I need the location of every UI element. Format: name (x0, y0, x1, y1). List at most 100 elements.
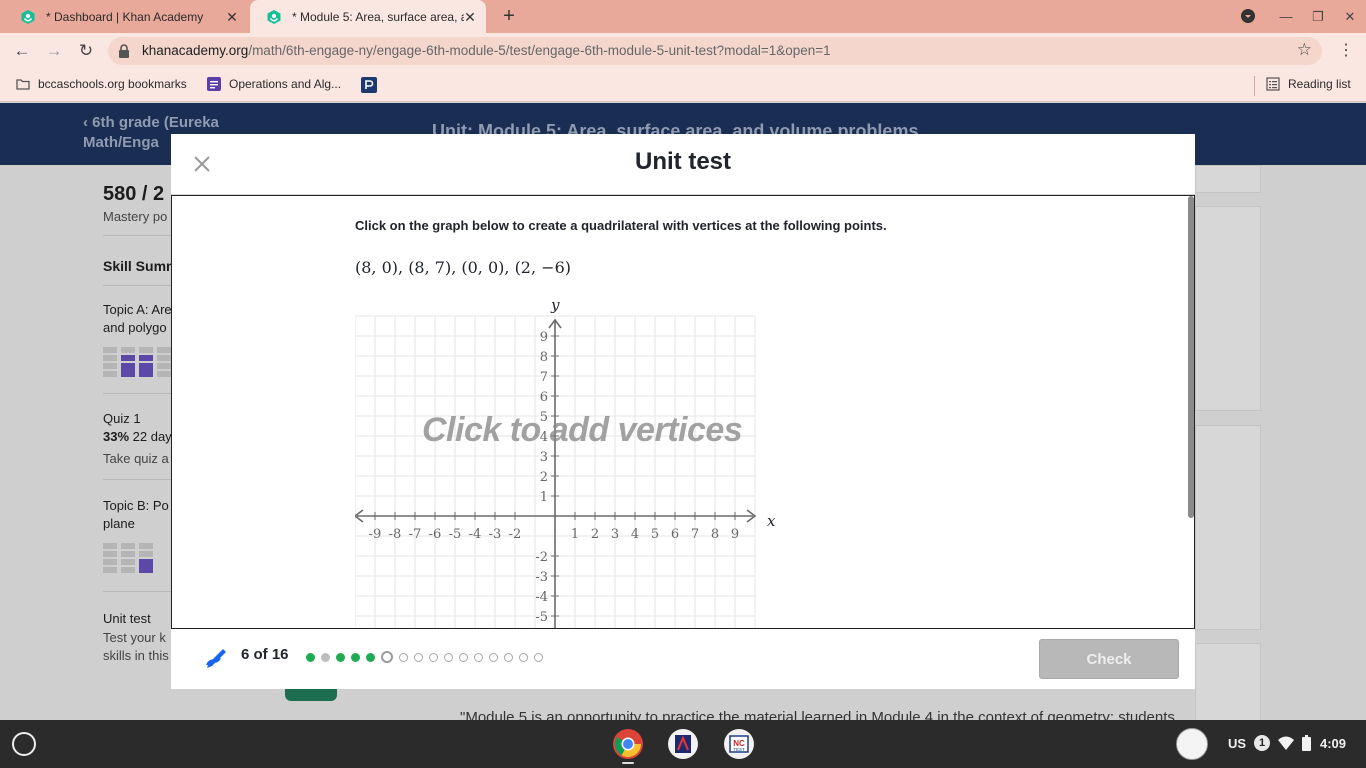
forward-icon[interactable]: → (44, 41, 64, 61)
bookmark-star-icon[interactable]: ☆ (1297, 40, 1312, 60)
content-card (1195, 643, 1261, 720)
modal-header: Unit test (171, 134, 1195, 195)
stylus-tools-icon[interactable] (1176, 728, 1208, 760)
clock: 4:09 (1320, 736, 1347, 751)
pencil-icon (206, 649, 226, 668)
y-axis-label: y (550, 296, 560, 314)
back-icon[interactable]: ← (12, 41, 32, 61)
x-tick-label: 2 (591, 527, 599, 542)
modal-scrollbar[interactable] (1188, 196, 1194, 518)
graph-ticks: -9 -8 -7 -6 -5 -4 -3 -2 1 2 3 4 5 6 7 8 9987654321-2-3-4… (369, 330, 739, 625)
notification-badge: 1 (1254, 735, 1270, 751)
topic-a-skill-bars (103, 347, 171, 377)
reading-list-button[interactable]: Reading list (1266, 77, 1351, 91)
battery-icon (1302, 735, 1311, 751)
new-tab-icon[interactable]: + (498, 6, 520, 28)
unit-test-modal: Unit test Click on the graph below to cr… (171, 134, 1195, 689)
y-tick-label: 8 (540, 350, 548, 365)
topic-a-link[interactable]: Topic A: Are and polygo (103, 301, 178, 337)
topic-b-skill-bars (103, 543, 153, 573)
bookmarks-separator (1254, 76, 1255, 96)
skill-summary-heading: Skill Summ (103, 258, 179, 274)
bookmark-operations[interactable]: Operations and Alg... (207, 77, 341, 91)
address-bar[interactable]: khanacademy.org/math/6th-engage-ny/engag… (108, 37, 1322, 65)
close-tab-icon[interactable]: ✕ (224, 9, 240, 25)
x-tick-label: 3 (611, 527, 619, 542)
coordinate-graph[interactable]: -9 -8 -7 -6 -5 -4 -3 -2 1 2 3 4 5 6 7 8 9987654321-2-3-4… (355, 296, 785, 629)
khan-academy-icon (21, 9, 35, 24)
y-tick-label: 9 (540, 330, 548, 345)
mastery-label: Mastery po (103, 209, 168, 224)
progress-counter: 6 of 16 (241, 646, 289, 663)
y-tick-label: 7 (540, 370, 548, 385)
restore-icon[interactable]: ❐ (1309, 8, 1327, 26)
progress-dot-15[interactable] (519, 652, 528, 662)
progress-dot-4[interactable] (351, 652, 360, 662)
close-window-icon[interactable]: ✕ (1341, 8, 1359, 26)
modal-footer: 6 of 16 Check (171, 629, 1195, 689)
progress-dot-14[interactable] (504, 652, 513, 662)
modal-title: Unit test (635, 148, 731, 175)
quiz1-status: 33% 22 day (103, 429, 172, 444)
question-area: Click on the graph below to create a qua… (171, 195, 1195, 629)
bookmark-folder-bccaschools[interactable]: bccaschools.org bookmarks (16, 77, 187, 91)
content-card (1195, 206, 1261, 411)
progress-dot-2[interactable] (321, 652, 330, 662)
x-tick-label: 9 (731, 527, 739, 542)
y-tick-label: 3 (540, 450, 548, 465)
chromeos-shelf: NC TEST US 1 4:09 (0, 720, 1366, 768)
take-quiz-link[interactable]: Take quiz a (103, 451, 169, 466)
x-tick-label: 6 (671, 527, 679, 542)
vertex-list: (8, 0), (8, 7), (0, 0), (2, −6) (355, 258, 571, 277)
tab-search-icon[interactable] (1239, 8, 1257, 26)
launcher-icon[interactable] (12, 732, 36, 756)
question-prompt: Click on the graph below to create a qua… (355, 218, 887, 233)
progress-dot-13[interactable] (489, 652, 498, 662)
x-tick-label: -3 (489, 527, 502, 542)
locale-indicator: US (1228, 736, 1247, 751)
progress-dot-12[interactable] (474, 652, 483, 662)
progress-dot-1[interactable] (306, 652, 315, 662)
chrome-icon[interactable] (612, 728, 644, 760)
progress-dot-5[interactable] (366, 652, 375, 662)
mastery-points: 580 / 2 (103, 183, 165, 205)
click-to-add-vertices-hint: Click to add vertices (422, 411, 743, 449)
x-tick-label: -2 (509, 527, 522, 542)
content-card (1195, 425, 1261, 630)
y-tick-label: -2 (535, 550, 548, 565)
x-tick-label: 5 (651, 527, 659, 542)
progress-dot-10[interactable] (444, 652, 453, 662)
progress-dot-9[interactable] (429, 652, 438, 662)
tab-strip: * Dashboard | Khan Academy ✕ * Module 5:… (0, 0, 1366, 33)
more-menu-icon[interactable]: ⋮ (1338, 41, 1354, 61)
quiz1-title: Quiz 1 (103, 411, 141, 426)
reading-list-icon (1266, 77, 1280, 91)
reload-icon[interactable]: ↻ (76, 41, 96, 61)
close-tab-icon[interactable]: ✕ (462, 9, 478, 25)
check-button[interactable]: Check (1039, 639, 1179, 679)
bookmark-p[interactable] (361, 77, 385, 93)
browser-toolbar: ← → ↻ khanacademy.org/math/6th-engage-ny… (0, 33, 1366, 69)
tab-module-5[interactable]: * Module 5: Area, surface area, and volu… (250, 0, 486, 33)
progress-dot-16[interactable] (534, 652, 543, 662)
x-tick-label: 8 (711, 527, 719, 542)
progress-dot-6[interactable] (381, 651, 393, 663)
progress-dot-8[interactable] (414, 652, 423, 662)
y-tick-label: 6 (540, 390, 548, 405)
x-tick-label: -6 (429, 527, 442, 542)
progress-dots (306, 651, 549, 663)
bccs-app-icon[interactable] (667, 728, 699, 760)
progress-dot-7[interactable] (399, 652, 408, 662)
nc-test-app-icon[interactable]: NCTEST (723, 728, 755, 760)
tab-dashboard[interactable]: * Dashboard | Khan Academy ✕ (0, 0, 248, 33)
status-tray[interactable]: US 1 4:09 (1170, 728, 1362, 760)
x-tick-label: -4 (469, 527, 482, 542)
topic-b-link[interactable]: Topic B: Po plane (103, 497, 181, 533)
folder-icon (16, 79, 30, 90)
p-logo-icon (361, 77, 377, 93)
tab-label: * Dashboard | Khan Academy (46, 9, 204, 24)
minimize-icon[interactable]: ― (1277, 8, 1295, 26)
lock-icon (119, 44, 129, 58)
progress-dot-3[interactable] (336, 652, 345, 662)
progress-dot-11[interactable] (459, 652, 468, 662)
